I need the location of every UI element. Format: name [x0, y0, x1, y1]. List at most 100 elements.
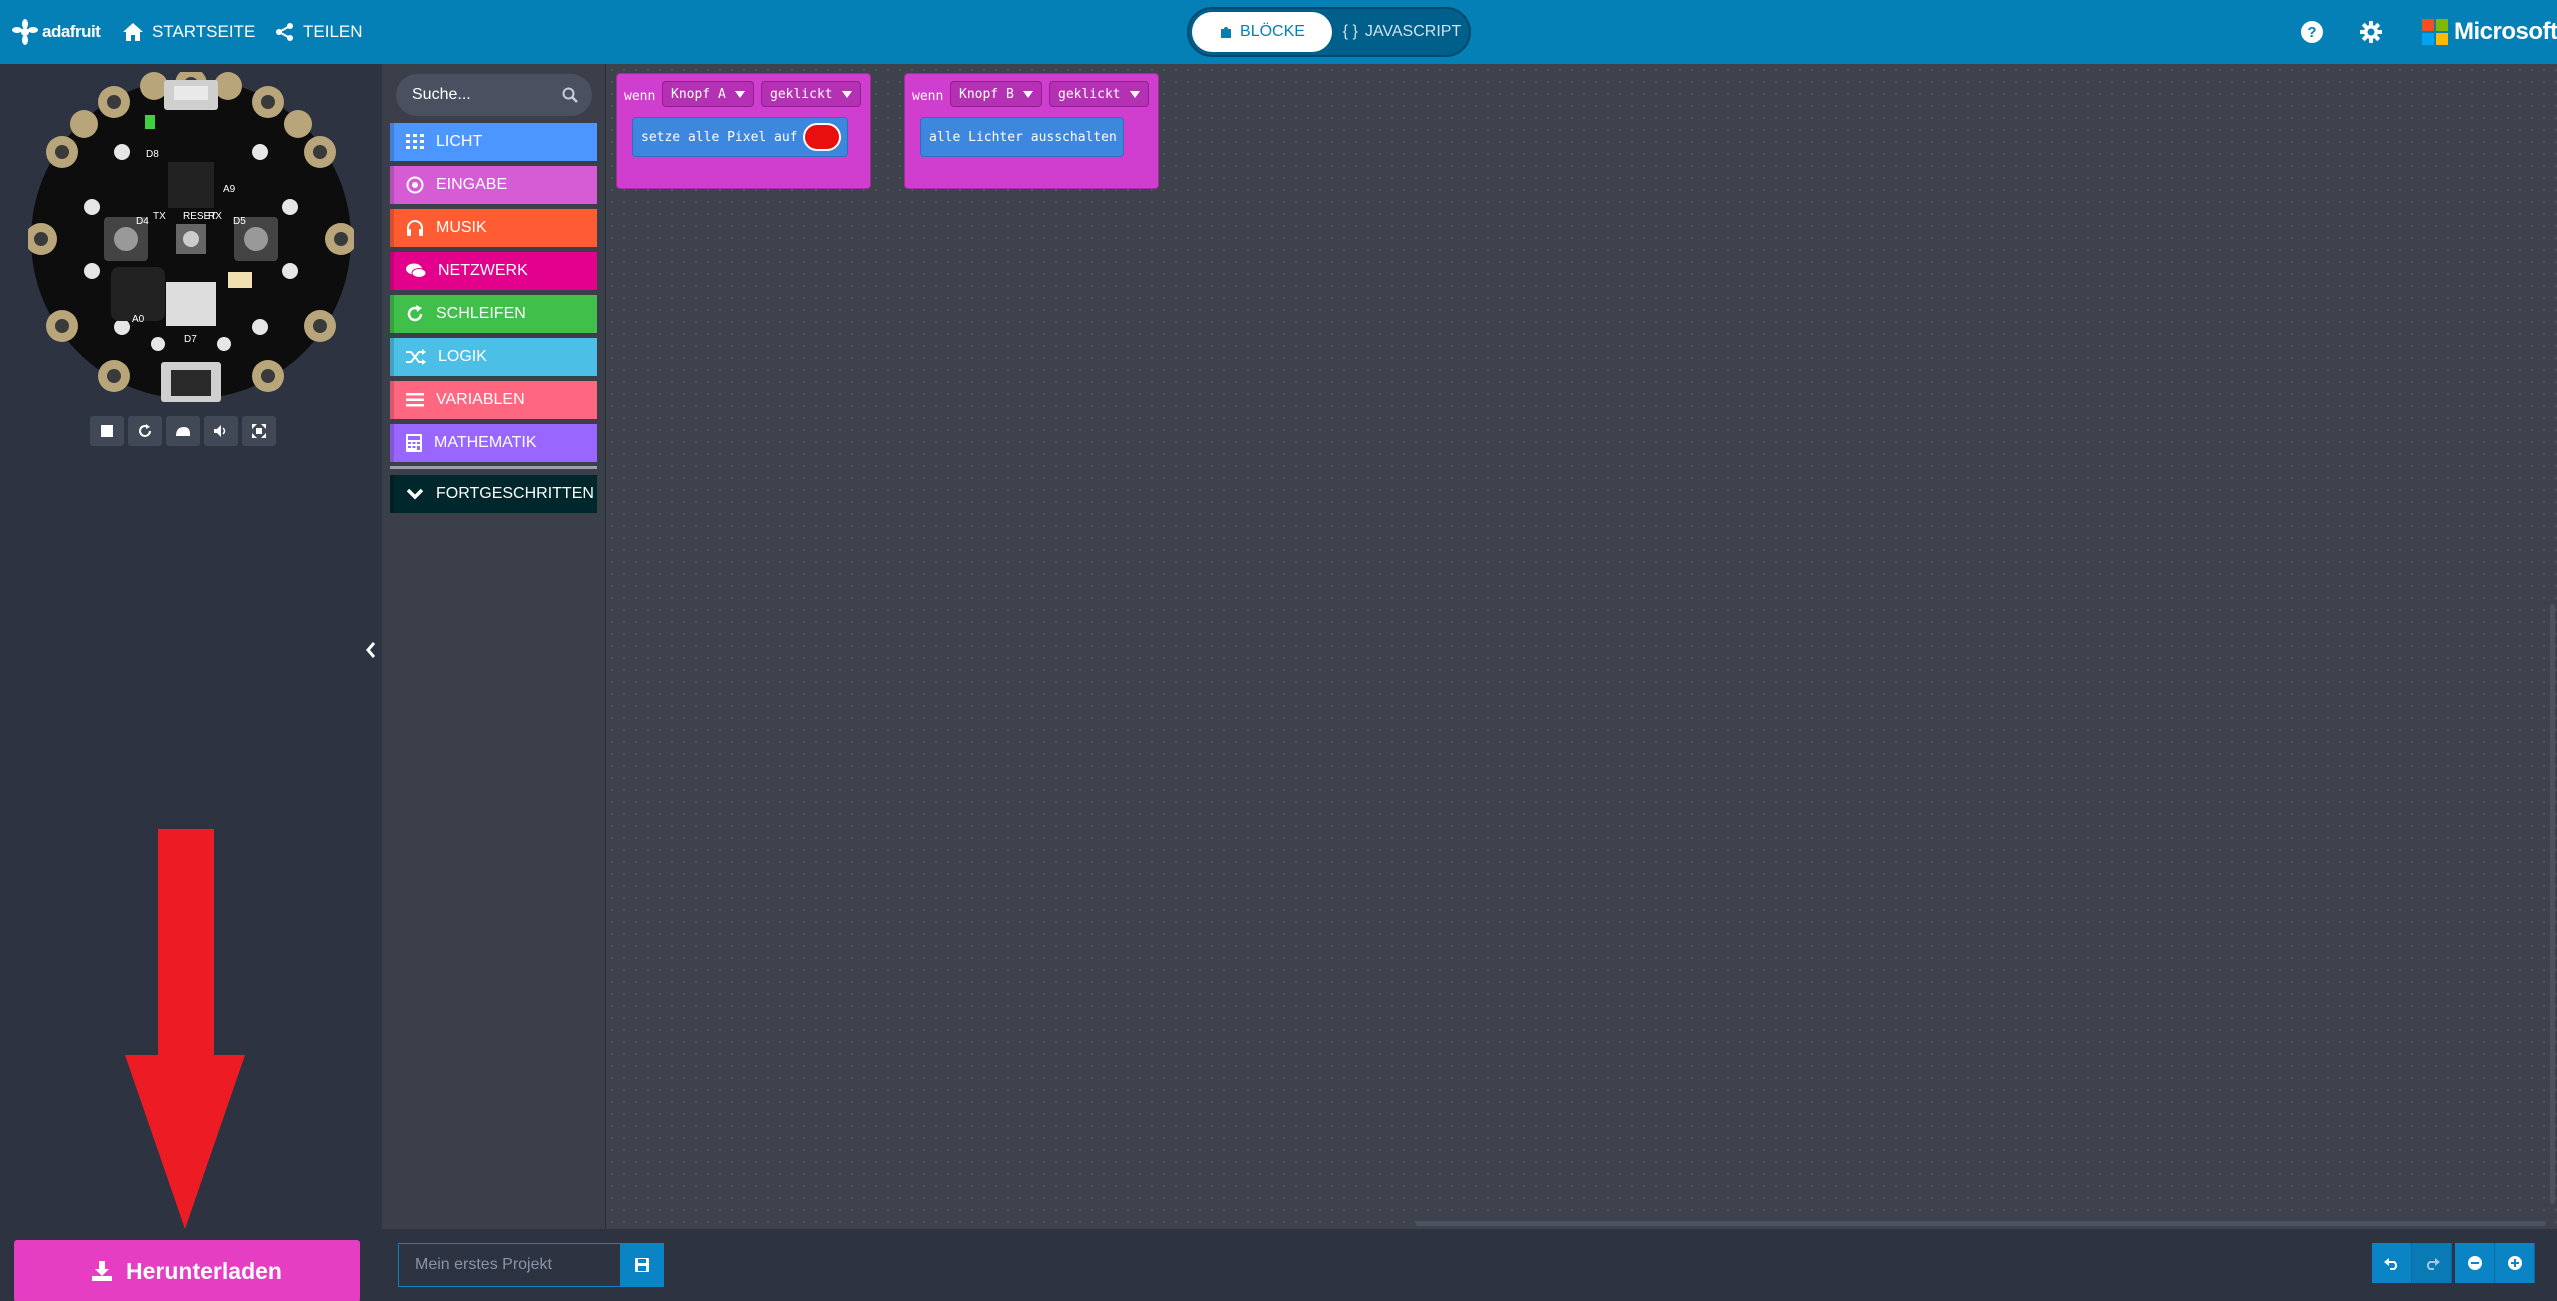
workspace-horizontal-scrollbar[interactable] — [1416, 1221, 2546, 1226]
circuit-playground-board[interactable]: D8D4 D5 RESETTX RX A0D7A9 — [28, 72, 354, 406]
workspace-vertical-scrollbar[interactable] — [2550, 604, 2555, 1204]
category-netzwerk[interactable]: NETZWERK — [390, 252, 597, 290]
home-label: STARTSEITE — [152, 22, 256, 41]
button-dropdown[interactable]: Knopf B — [950, 81, 1042, 107]
dropdown-arrow-icon — [842, 91, 852, 98]
home-icon — [123, 23, 143, 41]
target-icon — [406, 176, 424, 194]
event-block-button-b[interactable]: wenn Knopf B geklickt alle Lichter aussc… — [904, 73, 1159, 189]
braces-icon: { } — [1342, 23, 1358, 40]
category-label: NETZWERK — [438, 262, 528, 279]
svg-text:A0: A0 — [132, 314, 145, 325]
stop-button[interactable] — [90, 416, 124, 446]
stop-icon — [101, 425, 113, 437]
category-schleifen[interactable]: SCHLEIFEN — [390, 295, 597, 333]
category-label: FORTGESCHRITTEN — [436, 485, 594, 502]
download-label: Herunterladen — [126, 1257, 282, 1284]
toolbox-divider — [390, 466, 597, 469]
search-icon[interactable] — [562, 87, 578, 103]
category-mathematik[interactable]: MATHEMATIK — [390, 424, 597, 462]
tab-blocks-label: BLÖCKE — [1240, 23, 1305, 40]
refresh-icon — [407, 305, 423, 322]
block-keyword: wenn — [624, 89, 656, 104]
top-bar: adafruit STARTSEITE TEILEN BLÖCKE { } JA… — [0, 0, 2557, 64]
category-label: LICHT — [436, 133, 483, 150]
tab-blocks[interactable]: BLÖCKE — [1192, 12, 1332, 52]
dropdown-arrow-icon — [735, 91, 745, 98]
set-all-pixels-label: setze alle Pixel auf — [641, 130, 798, 145]
adafruit-logo[interactable]: adafruit — [12, 0, 101, 64]
minus-circle-icon — [2467, 1256, 2482, 1270]
redo-icon — [2426, 1258, 2440, 1270]
button-dropdown-value: Knopf B — [959, 86, 1014, 102]
category-label: VARIABLEN — [436, 391, 525, 408]
gear-icon[interactable] — [2359, 20, 2383, 44]
svg-text:RX: RX — [208, 211, 222, 222]
svg-text:D5: D5 — [233, 216, 246, 227]
svg-text:?: ? — [2307, 24, 2316, 41]
category-label: MATHEMATIK — [434, 434, 537, 451]
restart-button[interactable] — [128, 416, 162, 446]
redo-button[interactable] — [2412, 1243, 2452, 1283]
svg-text:D7: D7 — [184, 334, 197, 345]
event-dropdown-value: geklickt — [770, 86, 833, 102]
shuffle-icon — [406, 349, 426, 365]
color-picker[interactable] — [803, 123, 841, 151]
project-name-input[interactable]: Mein erstes Projekt — [398, 1243, 636, 1287]
plus-circle-icon — [2507, 1256, 2522, 1270]
category-fortgeschritten[interactable]: FORTGESCHRITTEN — [390, 475, 597, 513]
zoom-group — [2455, 1243, 2535, 1283]
blocks-workspace[interactable]: wenn Knopf A geklickt setze alle Pixel a… — [606, 64, 2557, 1229]
bottom-bar: Mein erstes Projekt — [382, 1229, 2557, 1301]
block-keyword: wenn — [912, 89, 944, 104]
category-musik[interactable]: MUSIK — [390, 209, 597, 247]
event-block-button-a[interactable]: wenn Knopf A geklickt setze alle Pixel a… — [616, 73, 871, 189]
project-name-placeholder: Mein erstes Projekt — [415, 1256, 552, 1273]
event-dropdown[interactable]: geklickt — [761, 81, 861, 107]
sound-icon — [214, 425, 226, 437]
toolbox: Suche... LICHT EINGABE MUSIK NETZWERK SC… — [382, 64, 606, 1229]
tab-javascript-label: JAVASCRIPT — [1364, 23, 1462, 40]
category-eingabe[interactable]: EINGABE — [390, 166, 597, 204]
svg-text:D4: D4 — [136, 216, 149, 227]
undo-button[interactable] — [2372, 1243, 2412, 1283]
category-variablen[interactable]: VARIABLEN — [390, 381, 597, 419]
save-button[interactable] — [620, 1243, 664, 1287]
collapse-simulator-tab[interactable] — [360, 520, 382, 782]
button-dropdown[interactable]: Knopf A — [662, 81, 754, 107]
download-button[interactable]: Herunterladen — [14, 1240, 360, 1301]
sound-button[interactable] — [204, 416, 238, 446]
floppy-disk-icon — [635, 1258, 649, 1272]
svg-text:D8: D8 — [146, 149, 159, 160]
microsoft-logo[interactable]: Microsoft — [2422, 18, 2557, 46]
logo-text: adafruit — [42, 22, 101, 41]
dropdown-arrow-icon — [1023, 91, 1033, 98]
set-all-pixels-block[interactable]: setze alle Pixel auf — [632, 117, 848, 157]
category-logik[interactable]: LOGIK — [390, 338, 597, 376]
undo-redo-group — [2372, 1243, 2452, 1283]
home-link[interactable]: STARTSEITE — [122, 0, 255, 64]
list-icon — [406, 393, 424, 407]
zoom-in-button[interactable] — [2495, 1243, 2535, 1283]
category-label: EINGABE — [436, 176, 508, 193]
svg-text:TX: TX — [153, 211, 166, 222]
simulator-controls — [90, 416, 276, 446]
zoom-out-button[interactable] — [2455, 1243, 2495, 1283]
share-link[interactable]: TEILEN — [275, 0, 363, 64]
undo-icon — [2383, 1258, 2397, 1270]
tab-javascript[interactable]: { } JAVASCRIPT — [1335, 12, 1469, 52]
microsoft-text: Microsoft — [2454, 18, 2557, 45]
turn-off-lights-block[interactable]: alle Lichter ausschalten — [920, 117, 1124, 157]
toolbox-search-input[interactable]: Suche... — [396, 74, 592, 116]
chevron-down-icon — [406, 488, 424, 500]
slowmo-icon — [176, 427, 190, 436]
category-licht[interactable]: LICHT — [390, 123, 597, 161]
event-dropdown[interactable]: geklickt — [1049, 81, 1149, 107]
help-icon[interactable]: ? — [2300, 20, 2324, 44]
fullscreen-button[interactable] — [242, 416, 276, 446]
category-label: LOGIK — [438, 348, 487, 365]
category-label: MUSIK — [436, 219, 487, 236]
calculator-icon — [406, 434, 422, 452]
slowmo-button[interactable] — [166, 416, 200, 446]
turn-off-lights-label: alle Lichter ausschalten — [929, 130, 1117, 145]
